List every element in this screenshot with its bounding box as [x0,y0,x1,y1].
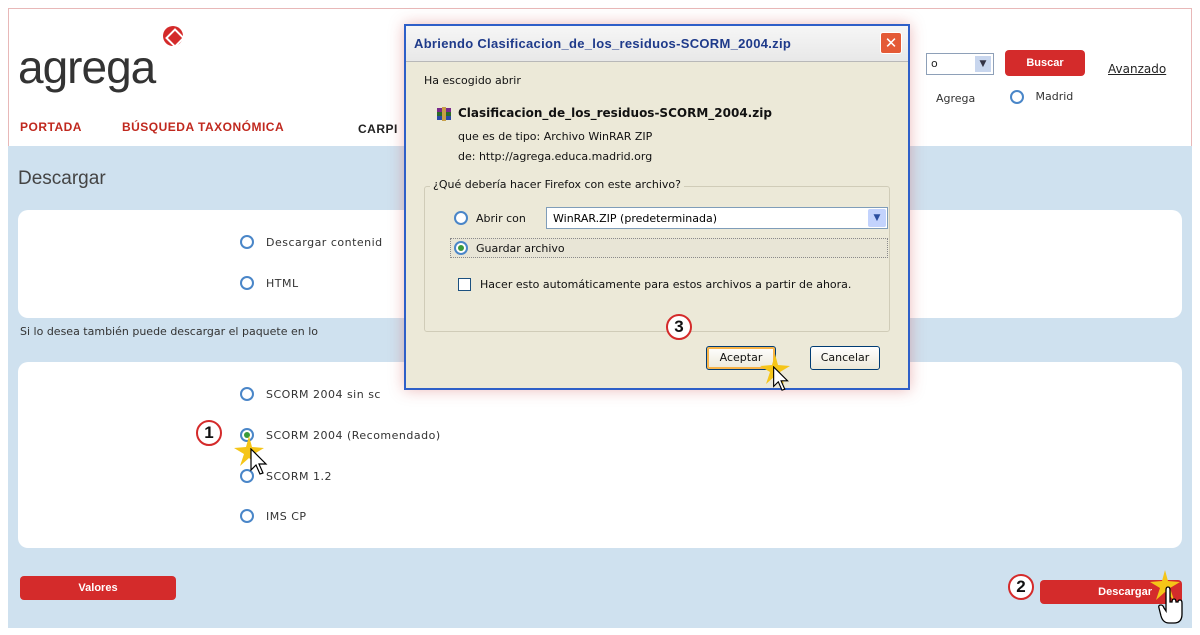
scope-madrid-option[interactable]: Madrid [1010,90,1073,104]
pointer-cursor-icon [250,448,268,475]
step-marker-1: 1 [196,420,222,446]
dialog-filename: Clasificacion_de_los_residuos-SCORM_2004… [458,106,772,120]
nav-portada[interactable]: PORTADA [20,120,82,134]
option-imscp[interactable]: IMS CP [240,509,307,523]
open-with-label: Abrir con [476,211,526,225]
logo-badge-icon [163,26,183,46]
option-descargar-contenido[interactable]: Descargar contenid [240,235,383,249]
dialog-question: ¿Qué debería hacer Firefox con este arch… [430,178,684,191]
search-scope-select[interactable]: o ▼ [926,53,994,75]
dialog-file-type: que es de tipo: Archivo WinRAR ZIP [458,130,653,143]
dialog-file-source: de: http://agrega.educa.madrid.org [458,150,653,163]
step-marker-2: 2 [1008,574,1034,600]
nav-busqueda-taxonomica[interactable]: BÚSQUEDA TAXONÓMICA [122,120,284,134]
radio-imscp[interactable] [240,509,254,523]
dialog-titlebar[interactable]: Abriendo Clasificacion_de_los_residuos-S… [406,26,908,62]
winrar-archive-icon [437,107,451,121]
page-title: Descargar [18,168,106,189]
pointer-cursor-icon [773,366,789,391]
scope-madrid-label: Madrid [1035,90,1074,103]
open-with-option[interactable]: Abrir con [454,211,526,225]
radio-descargar-contenido[interactable] [240,235,254,249]
open-with-radio[interactable] [454,211,468,225]
open-with-select[interactable]: WinRAR.ZIP (predeterminada) ▼ [546,207,888,229]
radio-html[interactable] [240,276,254,290]
option-label: SCORM 1.2 [266,469,332,483]
option-html[interactable]: HTML [240,276,299,290]
main-nav: PORTADA BÚSQUEDA TAXONÓMICA [20,120,284,134]
radio-scorm2004-sin[interactable] [240,387,254,401]
save-file-radio[interactable] [454,241,468,255]
option-label: SCORM 2004 (Recomendado) [266,428,441,442]
save-file-label: Guardar archivo [476,241,565,255]
open-with-value: WinRAR.ZIP (predeterminada) [553,212,718,225]
dialog-close-button[interactable]: ✕ [880,32,902,54]
search-scope-value: o [931,57,938,70]
step-marker-3: 3 [666,314,692,340]
agrega-logo[interactable]: agrega [18,40,156,94]
dialog-intro: Ha escogido abrir [424,74,521,87]
nav-carpeta[interactable]: CARPI [348,116,408,146]
hand-cursor-icon [1158,586,1183,624]
option-label: Descargar contenid [266,235,383,249]
dialog-title: Abriendo Clasificacion_de_los_residuos-S… [414,36,792,51]
option-scorm2004-recomendado[interactable]: SCORM 2004 (Recomendado) [240,428,441,442]
chevron-down-icon: ▼ [868,209,886,227]
auto-action-checkbox[interactable] [458,278,471,291]
chevron-down-icon: ▼ [975,56,991,72]
option-label: IMS CP [266,509,307,523]
download-dialog: Abriendo Clasificacion_de_los_residuos-S… [404,24,910,391]
save-file-option[interactable]: Guardar archivo [454,241,565,255]
scope-madrid-radio[interactable] [1010,90,1024,104]
advanced-search-link[interactable]: Avanzado [1108,62,1166,76]
cancel-button[interactable]: Cancelar [810,346,880,370]
option-scorm2004-sin[interactable]: SCORM 2004 sin sc [240,387,381,401]
package-note: Si lo desea también puede descargar el p… [20,325,319,338]
values-button[interactable]: Valores [20,576,176,600]
option-label: HTML [266,276,299,290]
auto-action-label: Hacer esto automáticamente para estos ar… [480,278,852,291]
scope-agrega-label: Agrega [936,92,976,105]
search-button[interactable]: Buscar [1005,50,1085,76]
option-label: SCORM 2004 sin sc [266,387,381,401]
